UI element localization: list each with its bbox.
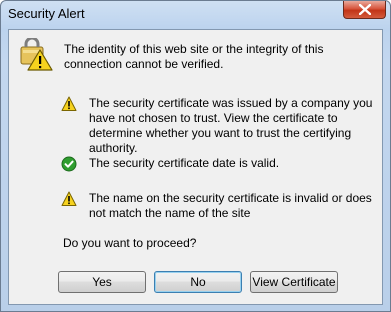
check-icon [61, 156, 77, 172]
alert-message: The identity of this web site or the int… [64, 42, 324, 71]
warning-icon [61, 96, 77, 112]
view-certificate-button[interactable]: View Certificate [250, 271, 338, 293]
title-bar[interactable]: Security Alert [1, 1, 390, 29]
lock-warning-icon [19, 36, 53, 72]
window-title: Security Alert [8, 6, 85, 21]
close-icon [359, 4, 371, 15]
proceed-question: Do you want to proceed? [63, 236, 197, 250]
no-button[interactable]: No [154, 271, 242, 293]
item-text: The security certificate was issued by a… [89, 96, 373, 155]
warning-icon [61, 191, 77, 207]
yes-button[interactable]: Yes [58, 271, 146, 293]
security-alert-dialog: Security Alert The identity of this web … [0, 0, 391, 312]
item-text: The security certificate date is valid. [89, 156, 280, 170]
item-text: The name on the security certificate is … [89, 191, 372, 220]
close-button[interactable] [343, 1, 386, 19]
dialog-content: The identity of this web site or the int… [8, 29, 383, 305]
